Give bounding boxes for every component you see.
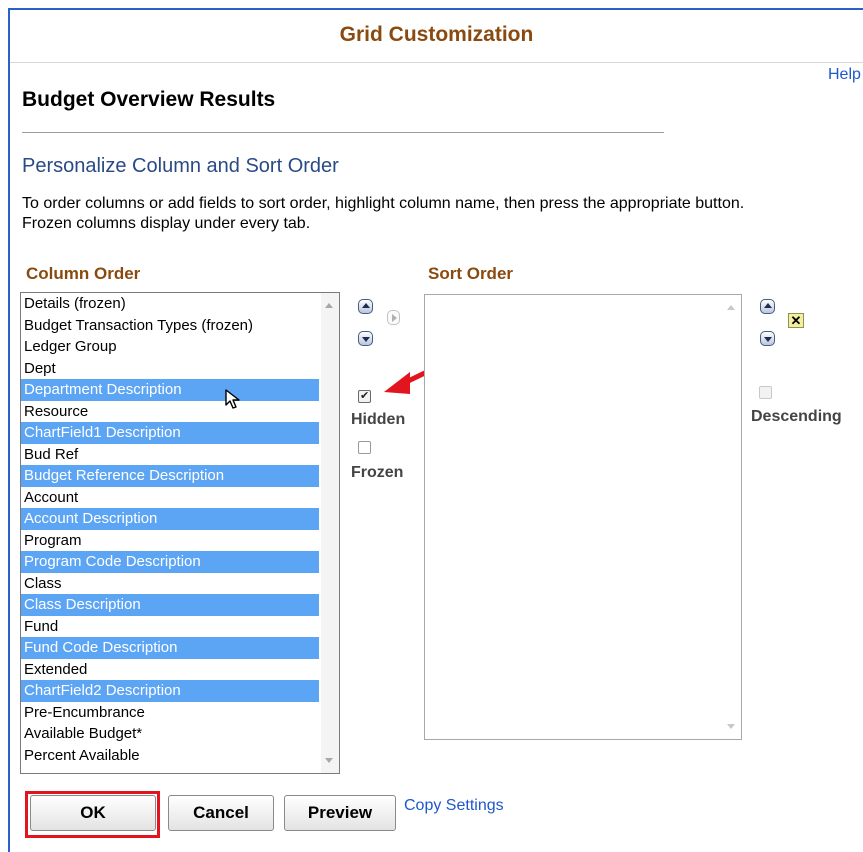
arrow-down-icon xyxy=(764,337,772,342)
instruction-line-2: Frozen columns display under every tab. xyxy=(22,215,311,232)
descending-checkbox[interactable] xyxy=(759,386,772,399)
column-list-item[interactable]: Account Description xyxy=(21,508,319,530)
dialog-titlebar: Grid Customization xyxy=(10,10,863,63)
descending-label: Descending xyxy=(751,408,842,425)
arrow-up-icon xyxy=(362,303,370,308)
section-title: Personalize Column and Sort Order xyxy=(22,155,339,177)
instruction-line-1: To order columns or add fields to sort o… xyxy=(22,195,745,212)
sort-order-label: Sort Order xyxy=(428,264,514,283)
column-list-item[interactable]: Program Code Description xyxy=(21,551,319,573)
column-order-label: Column Order xyxy=(26,264,141,283)
column-list-item[interactable]: Fund xyxy=(21,616,319,638)
instructions: To order columns or add fields to sort o… xyxy=(22,194,863,234)
column-order-scrollbar[interactable] xyxy=(321,293,339,773)
ok-button-highlight xyxy=(25,791,160,838)
column-list-item[interactable]: Details (frozen) xyxy=(21,293,319,315)
column-list-item[interactable]: Program xyxy=(21,530,319,552)
column-list-item[interactable]: Bud Ref xyxy=(21,444,319,466)
frozen-checkbox[interactable] xyxy=(358,441,371,454)
add-to-sort-button[interactable] xyxy=(387,310,400,325)
scroll-up-icon[interactable] xyxy=(727,305,735,310)
column-list-item[interactable]: ChartField1 Description xyxy=(21,422,319,444)
column-list-item[interactable]: Dept xyxy=(21,358,319,380)
column-list-item[interactable]: Class xyxy=(21,573,319,595)
page-heading: Budget Overview Results xyxy=(22,88,276,111)
move-sort-down-button[interactable] xyxy=(760,331,775,346)
x-icon: ✕ xyxy=(790,313,802,328)
mouse-pointer-icon xyxy=(225,389,240,409)
column-list-item[interactable]: Resource xyxy=(21,401,319,423)
column-list-item[interactable]: Fund Code Description xyxy=(21,637,319,659)
scroll-down-icon[interactable] xyxy=(727,724,735,729)
column-order-items: Details (frozen) Budget Transaction Types… xyxy=(21,293,339,766)
move-sort-up-button[interactable] xyxy=(760,299,775,314)
preview-button[interactable]: Preview xyxy=(284,795,396,831)
arrow-up-icon xyxy=(764,303,772,308)
arrow-down-icon xyxy=(362,337,370,342)
column-list-item[interactable]: Percent Available xyxy=(21,745,319,767)
column-list-item[interactable]: Pre-Encumbrance xyxy=(21,702,319,724)
scroll-up-icon[interactable] xyxy=(325,303,333,308)
column-list-item[interactable]: ChartField2 Description xyxy=(21,680,319,702)
arrow-right-icon xyxy=(392,314,397,322)
move-column-down-button[interactable] xyxy=(358,331,373,346)
copy-settings-link[interactable]: Copy Settings xyxy=(404,797,504,815)
heading-divider xyxy=(22,132,664,133)
column-list-item[interactable]: Extended xyxy=(21,659,319,681)
column-list-item[interactable]: Budget Transaction Types (frozen) xyxy=(21,315,319,337)
column-list-item[interactable]: Ledger Group xyxy=(21,336,319,358)
dialog-title: Grid Customization xyxy=(339,23,534,46)
column-list-item[interactable]: Budget Reference Description xyxy=(21,465,319,487)
scroll-down-icon[interactable] xyxy=(325,758,333,763)
cancel-button[interactable]: Cancel xyxy=(168,795,274,831)
sort-order-scrollbar[interactable] xyxy=(723,295,741,739)
move-column-up-button[interactable] xyxy=(358,299,373,314)
column-list-item[interactable]: Class Description xyxy=(21,594,319,616)
help-link[interactable]: Help xyxy=(828,66,861,84)
column-order-listbox[interactable]: Details (frozen) Budget Transaction Types… xyxy=(20,292,340,774)
hidden-label: Hidden xyxy=(351,411,406,428)
sort-order-listbox[interactable] xyxy=(424,294,742,740)
column-list-item[interactable]: Department Description xyxy=(21,379,319,401)
hidden-checkbox[interactable] xyxy=(358,389,371,403)
frozen-label: Frozen xyxy=(351,464,404,481)
column-list-item[interactable]: Available Budget* xyxy=(21,723,319,745)
column-list-item[interactable]: Account xyxy=(21,487,319,509)
remove-from-sort-button[interactable]: ✕ xyxy=(788,313,804,328)
